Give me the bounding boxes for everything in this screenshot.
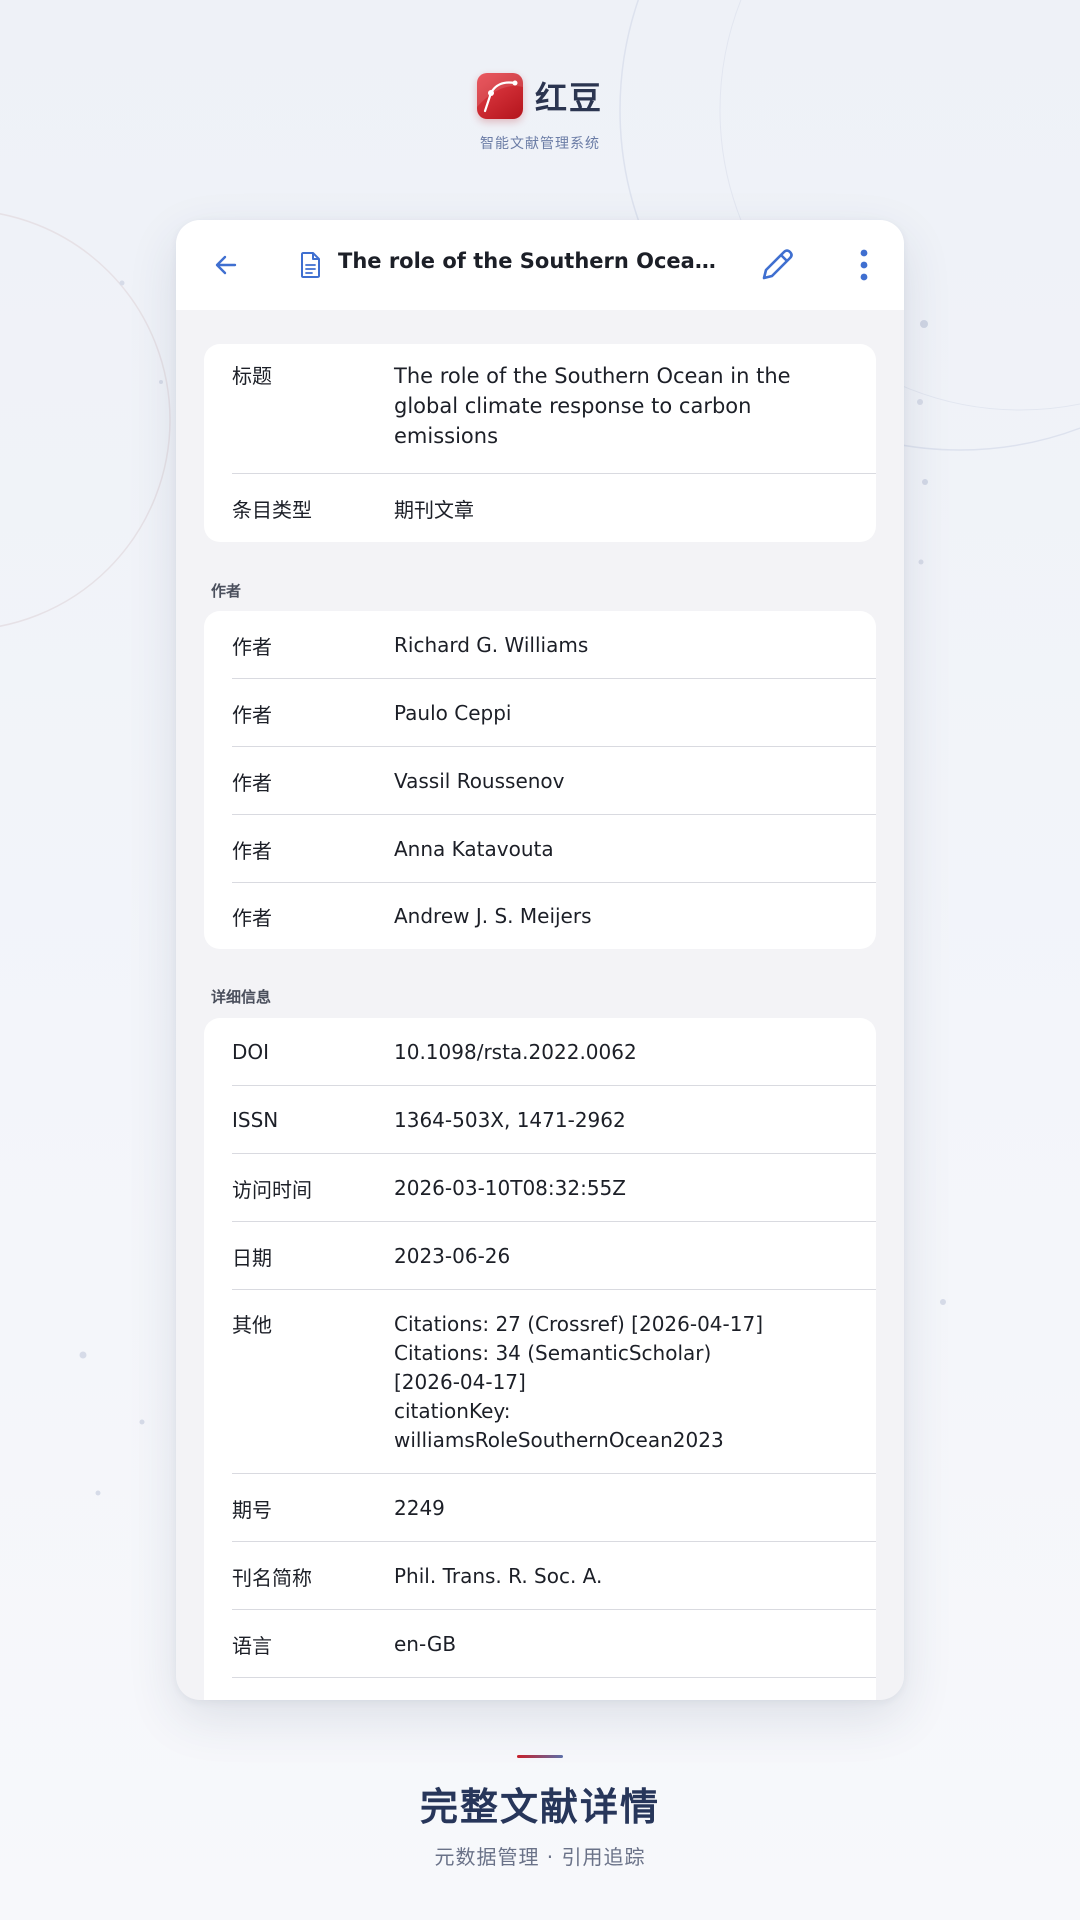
author-name: Vassil Roussenov bbox=[394, 769, 565, 793]
field-row-doi[interactable]: DOI 10.1098/rsta.2022.0062 bbox=[204, 1018, 876, 1086]
field-label: 刊名简称 bbox=[232, 1565, 312, 1590]
field-value-language: en-GB bbox=[394, 1632, 457, 1656]
author-row[interactable]: 作者 Richard G. Williams bbox=[204, 611, 876, 679]
field-value-issn: 1364-503X, 1471-2962 bbox=[394, 1108, 626, 1132]
field-label: 作者 bbox=[232, 634, 272, 659]
field-row-extra[interactable]: 其他 Citations: 27 (Crossref) [2026-04-17]… bbox=[204, 1290, 876, 1474]
arrow-left-icon bbox=[215, 255, 237, 275]
details-group: DOI 10.1098/rsta.2022.0062 ISSN 1364-503… bbox=[204, 1018, 876, 1700]
app-bar: The role of the Southern Ocean in the gl… bbox=[176, 220, 904, 310]
caption-subtitle: 元数据管理 · 引用追踪 bbox=[434, 1845, 646, 1869]
field-label: 标题 bbox=[232, 364, 272, 388]
field-label: 语言 bbox=[232, 1633, 272, 1658]
section-label-details: 详细信息 bbox=[211, 988, 272, 1006]
author-name: Paulo Ceppi bbox=[394, 701, 512, 725]
app-subtitle: 智能文献管理系统 bbox=[480, 136, 600, 152]
authors-group: 作者 Richard G. Williams 作者 Paulo Ceppi 作者… bbox=[204, 611, 876, 949]
field-value-doi: 10.1098/rsta.2022.0062 bbox=[394, 1040, 637, 1064]
edit-button[interactable] bbox=[754, 242, 800, 288]
author-name: Richard G. Williams bbox=[394, 633, 589, 657]
author-row[interactable]: 作者 Anna Katavouta bbox=[204, 815, 876, 883]
document-icon bbox=[301, 252, 320, 278]
field-value-extra: Citations: 27 (Crossref) [2026-04-17] Ci… bbox=[394, 1312, 764, 1452]
field-row-journal-abbr[interactable]: 刊名简称 Phil. Trans. R. Soc. A. bbox=[204, 1542, 876, 1610]
field-row-title[interactable]: 标题 The role of the Southern Ocean in the… bbox=[204, 344, 876, 474]
brand-row: 红豆 bbox=[476, 73, 603, 119]
field-label: ISSN bbox=[232, 1108, 279, 1132]
more-vertical-icon bbox=[860, 249, 868, 281]
author-row[interactable]: 作者 Andrew J. S. Meijers bbox=[204, 883, 876, 949]
author-name: Anna Katavouta bbox=[394, 837, 554, 861]
field-row-accessed[interactable]: 访问时间 2026-03-10T08:32:55Z bbox=[204, 1154, 876, 1222]
author-row[interactable]: 作者 Vassil Roussenov bbox=[204, 747, 876, 815]
field-row-issn[interactable]: ISSN 1364-503X, 1471-2962 bbox=[204, 1086, 876, 1154]
section-label-authors: 作者 bbox=[211, 582, 242, 600]
field-value-item-type: 期刊文章 bbox=[394, 497, 474, 522]
field-row-date[interactable]: 日期 2023-06-26 bbox=[204, 1222, 876, 1290]
info-group: 标题 The role of the Southern Ocean in the… bbox=[204, 344, 876, 542]
app-bar-title: The role of the Southern Ocean in the gl… bbox=[338, 249, 718, 273]
field-value-accessed: 2026-03-10T08:32:55Z bbox=[394, 1176, 626, 1200]
author-row[interactable]: 作者 Paulo Ceppi bbox=[204, 679, 876, 747]
field-label: 访问时间 bbox=[232, 1177, 312, 1202]
back-button[interactable] bbox=[208, 247, 244, 283]
field-value-title: The role of the Southern Ocean in the gl… bbox=[394, 364, 791, 448]
field-label: 条目类型 bbox=[232, 497, 312, 522]
more-options-button[interactable] bbox=[846, 242, 882, 288]
feature-caption: 完整文献详情 元数据管理 · 引用追踪 bbox=[0, 1755, 1080, 1870]
divider bbox=[232, 1677, 876, 1678]
field-value-issue: 2249 bbox=[394, 1496, 445, 1520]
field-label: 作者 bbox=[232, 770, 272, 795]
field-value-date: 2023-06-26 bbox=[394, 1244, 511, 1268]
accent-line bbox=[517, 1755, 563, 1758]
field-row-issue[interactable]: 期号 2249 bbox=[204, 1474, 876, 1542]
field-row-language[interactable]: 语言 en-GB bbox=[204, 1610, 876, 1678]
caption-headline: 完整文献详情 bbox=[419, 1785, 660, 1829]
field-label: 其他 bbox=[232, 1313, 272, 1337]
field-row-item-type[interactable]: 条目类型 期刊文章 bbox=[204, 474, 876, 542]
field-label: 日期 bbox=[232, 1245, 272, 1270]
field-label: 作者 bbox=[232, 905, 272, 930]
field-label: 期号 bbox=[232, 1497, 272, 1522]
brand-header: 红豆 智能文献管理系统 bbox=[0, 73, 1080, 153]
item-detail-screen: The role of the Southern Ocean in the gl… bbox=[176, 220, 904, 1700]
app-logo-icon bbox=[476, 73, 523, 119]
author-name: Andrew J. S. Meijers bbox=[394, 904, 592, 928]
field-label: 作者 bbox=[232, 702, 272, 727]
field-value-journal-abbr: Phil. Trans. R. Soc. A. bbox=[394, 1564, 603, 1588]
field-label: DOI bbox=[232, 1040, 270, 1064]
pencil-icon bbox=[762, 249, 793, 280]
app-name: 红豆 bbox=[534, 79, 603, 117]
field-label: 作者 bbox=[232, 838, 272, 863]
